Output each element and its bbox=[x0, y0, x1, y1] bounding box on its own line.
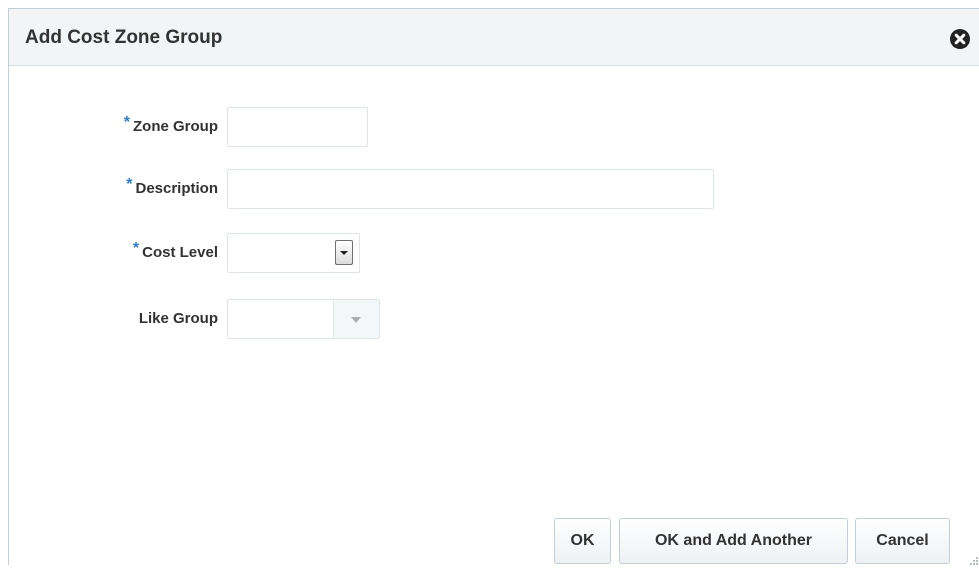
like-group-select[interactable] bbox=[227, 299, 380, 339]
add-cost-zone-group-dialog: Add Cost Zone Group * Zone Group * Descrip… bbox=[8, 8, 979, 565]
cost-level-dropdown-button[interactable] bbox=[335, 240, 353, 265]
close-circle-icon bbox=[950, 29, 970, 49]
zone-group-row: * Zone Group bbox=[9, 107, 218, 149]
required-marker: * bbox=[132, 240, 140, 257]
cost-level-select[interactable] bbox=[227, 233, 360, 273]
zone-group-label: * Zone Group bbox=[124, 114, 218, 136]
cost-level-label: * Cost Level bbox=[133, 240, 218, 262]
zone-group-label-text: Zone Group bbox=[133, 118, 218, 135]
cost-level-row: * Cost Level bbox=[9, 233, 218, 275]
description-label: * Description bbox=[126, 176, 218, 198]
like-group-row: Like Group bbox=[9, 299, 218, 341]
like-group-label: Like Group bbox=[139, 310, 218, 328]
required-marker: * bbox=[126, 176, 133, 193]
chevron-down-icon bbox=[340, 251, 348, 255]
required-marker: * bbox=[123, 114, 130, 131]
like-group-label-text: Like Group bbox=[138, 310, 218, 327]
cancel-button[interactable]: Cancel bbox=[855, 518, 950, 564]
ok-and-add-another-button[interactable]: OK and Add Another bbox=[619, 518, 848, 564]
cost-level-label-text: Cost Level bbox=[142, 244, 218, 261]
like-group-dropdown-button[interactable] bbox=[333, 300, 379, 338]
dialog-header: Add Cost Zone Group bbox=[9, 9, 979, 66]
description-input[interactable] bbox=[227, 169, 714, 209]
ok-button[interactable]: OK bbox=[554, 518, 611, 564]
chevron-down-icon bbox=[351, 317, 361, 323]
description-row: * Description bbox=[9, 169, 218, 211]
description-label-text: Description bbox=[135, 180, 218, 197]
resize-grip-icon[interactable] bbox=[967, 555, 979, 567]
dialog-title: Add Cost Zone Group bbox=[25, 27, 223, 48]
close-icon[interactable] bbox=[950, 29, 970, 49]
zone-group-input[interactable] bbox=[227, 107, 368, 147]
